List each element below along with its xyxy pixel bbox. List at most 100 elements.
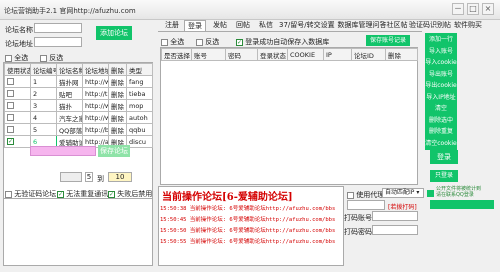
log-lines: 15:50:38 当前操作论坛: 6号爱辅助论坛http://afuzhu.co… bbox=[159, 204, 343, 248]
row-id: 1 bbox=[30, 75, 57, 88]
tab-7[interactable]: 问答社区帖 bbox=[372, 20, 408, 31]
row-url: http://bu bbox=[82, 123, 109, 136]
tab-6[interactable]: 数据库管理 bbox=[334, 20, 376, 31]
opt-no-repeat-label: 无法重复通讯 bbox=[66, 190, 109, 198]
proxy-checkbox[interactable] bbox=[347, 191, 354, 199]
col-header: 删除 bbox=[108, 63, 127, 76]
add-forum-button[interactable]: 添加论坛 bbox=[96, 26, 132, 40]
auto-save-checkbox[interactable]: ✓ bbox=[236, 38, 243, 46]
forum-url-input[interactable] bbox=[34, 37, 82, 47]
row-name: 猫扑 bbox=[56, 99, 83, 112]
row-check-cell[interactable] bbox=[4, 123, 31, 136]
bottom-left-panel bbox=[3, 198, 153, 266]
no-captcha-checkbox[interactable] bbox=[5, 190, 12, 198]
account-col-header: 论坛ID bbox=[351, 48, 386, 61]
account-table-container: 是否选择 账号 密码 登录状态 COOKIE IP 论坛ID 删除 bbox=[160, 47, 418, 185]
login-button[interactable]: 登录 bbox=[430, 150, 458, 164]
row-name: 贴吧 bbox=[56, 87, 83, 100]
close-button[interactable]: × bbox=[482, 3, 494, 15]
row-check-cell[interactable] bbox=[4, 87, 31, 100]
save-account-button[interactable]: 保存账号记录 bbox=[366, 35, 410, 46]
tab-3[interactable]: 回帖 bbox=[233, 20, 253, 31]
chevron-down-icon: ▾ bbox=[416, 189, 420, 196]
table-row[interactable]: 2贴吧http://tie删除tieba bbox=[4, 87, 153, 100]
row-name: 汽车之家 bbox=[56, 111, 83, 124]
minimize-button[interactable]: － bbox=[452, 3, 464, 15]
tab-2[interactable]: 发帖 bbox=[210, 20, 230, 31]
log-line: 15:50:50 当前操作论坛: 6号爱辅助论坛http://afuzhu.co… bbox=[160, 228, 336, 234]
row-type: tieba bbox=[126, 87, 153, 100]
tab-8[interactable]: 验证码识别帖 bbox=[408, 20, 452, 31]
progress-bar bbox=[430, 200, 494, 209]
tab-0[interactable]: 注册 bbox=[162, 20, 182, 31]
right-invert[interactable]: 反选 bbox=[196, 37, 219, 47]
log-line: 15:50:45 当前操作论坛: 6号爱辅助论坛http://afuzhu.co… bbox=[160, 217, 336, 223]
dial-input[interactable] bbox=[347, 200, 385, 210]
code-password-input[interactable] bbox=[372, 225, 418, 235]
row-type: autoh bbox=[126, 111, 153, 124]
auto-ip-select[interactable]: 自动匹配IP ▾ bbox=[382, 188, 424, 198]
row-checkbox[interactable] bbox=[7, 78, 14, 85]
row-checkbox[interactable] bbox=[7, 114, 14, 121]
tab-5[interactable]: 37/留号/转交设置 bbox=[279, 20, 335, 31]
row-type: fang bbox=[126, 75, 153, 88]
col-header: 类型 bbox=[126, 63, 153, 76]
row-delete-link[interactable]: 删除 bbox=[108, 87, 127, 100]
auto-save-option[interactable]: ✓ 登录成功自动保存入数据库 bbox=[236, 37, 329, 47]
row-url: http://w bbox=[82, 75, 109, 88]
row-checkbox[interactable] bbox=[7, 90, 14, 97]
col-header: 论坛名称 bbox=[56, 63, 83, 76]
opt-disable-fail-label: 失败后禁用 bbox=[117, 190, 153, 198]
row-delete-link[interactable]: 删除 bbox=[108, 75, 127, 88]
opt-no-captcha-label: 无验证码论坛 bbox=[14, 190, 57, 198]
row-id: 5 bbox=[30, 123, 57, 136]
invert-checkbox[interactable] bbox=[40, 54, 47, 62]
account-col-header: 登录状态 bbox=[257, 48, 288, 61]
row-url: http://ww bbox=[82, 111, 109, 124]
select-all-checkbox[interactable] bbox=[5, 54, 12, 62]
right-select-all[interactable]: 全选 bbox=[161, 37, 184, 47]
interval-from-input[interactable]: 5 bbox=[85, 172, 93, 182]
right-invert-checkbox[interactable] bbox=[196, 38, 203, 46]
right-select-all-label: 全选 bbox=[170, 38, 185, 46]
table-row[interactable]: 3 猫扑 http://w 删除 mop bbox=[4, 99, 153, 112]
disable-fail-checkbox[interactable]: ✓ bbox=[108, 190, 115, 198]
row-url: http://tie bbox=[82, 87, 109, 100]
interval-to-input[interactable]: 10 bbox=[108, 172, 132, 182]
row-checkbox[interactable] bbox=[7, 102, 14, 109]
row-delete-link[interactable]: 删除 bbox=[108, 111, 127, 124]
account-table: 是否选择 账号 密码 登录状态 COOKIE IP 论坛ID 删除 bbox=[161, 48, 418, 61]
forum-name-input[interactable] bbox=[34, 23, 82, 33]
account-col-header: COOKIE bbox=[287, 48, 324, 61]
account-col-header: 密码 bbox=[225, 48, 258, 61]
row-id: 4 bbox=[30, 111, 57, 124]
side-button-9[interactable]: 清空cookie bbox=[425, 136, 457, 150]
interval-slider[interactable] bbox=[60, 172, 82, 182]
row-checkbox[interactable] bbox=[7, 126, 14, 133]
table-row[interactable]: 1 猫扑网 http://w 删除 fang bbox=[4, 75, 153, 88]
table-row[interactable]: 5QQ部落http://bu删除qqbu bbox=[4, 123, 153, 136]
auto-ip-value: 自动匹配IP bbox=[385, 189, 415, 196]
row-delete-link[interactable]: 删除 bbox=[108, 123, 127, 136]
row-check-cell[interactable] bbox=[4, 111, 31, 124]
table-row[interactable]: 4汽车之家http://ww删除autoh bbox=[4, 111, 153, 124]
row-checkbox[interactable]: ✓ bbox=[7, 138, 14, 145]
row-check-cell[interactable]: ✓ bbox=[4, 135, 31, 148]
row-check-cell[interactable] bbox=[4, 99, 31, 112]
row-id: 3 bbox=[30, 99, 57, 112]
tab-9[interactable]: 软件购买 bbox=[454, 20, 482, 31]
code-account-input[interactable] bbox=[372, 211, 418, 221]
batch-login-button[interactable]: 只登录 bbox=[430, 170, 458, 182]
maximize-button[interactable]: □ bbox=[467, 3, 479, 15]
right-select-all-checkbox[interactable] bbox=[161, 38, 168, 46]
row-delete-link[interactable]: 删除 bbox=[108, 99, 127, 112]
tab-4[interactable]: 私信 bbox=[256, 20, 276, 31]
save-forum-button[interactable]: 保存论坛 bbox=[98, 145, 130, 157]
tab-1[interactable]: 登录 bbox=[184, 20, 206, 31]
row-id: 2 bbox=[30, 87, 57, 100]
row-check-cell[interactable] bbox=[4, 75, 31, 88]
row-url: http://w bbox=[82, 99, 109, 112]
no-repeat-checkbox[interactable]: ✓ bbox=[57, 190, 64, 198]
log-line: 15:50:55 当前操作论坛: 6号爱辅助论坛http://afuzhu.co… bbox=[160, 239, 336, 245]
selected-forum-input[interactable] bbox=[30, 146, 96, 156]
